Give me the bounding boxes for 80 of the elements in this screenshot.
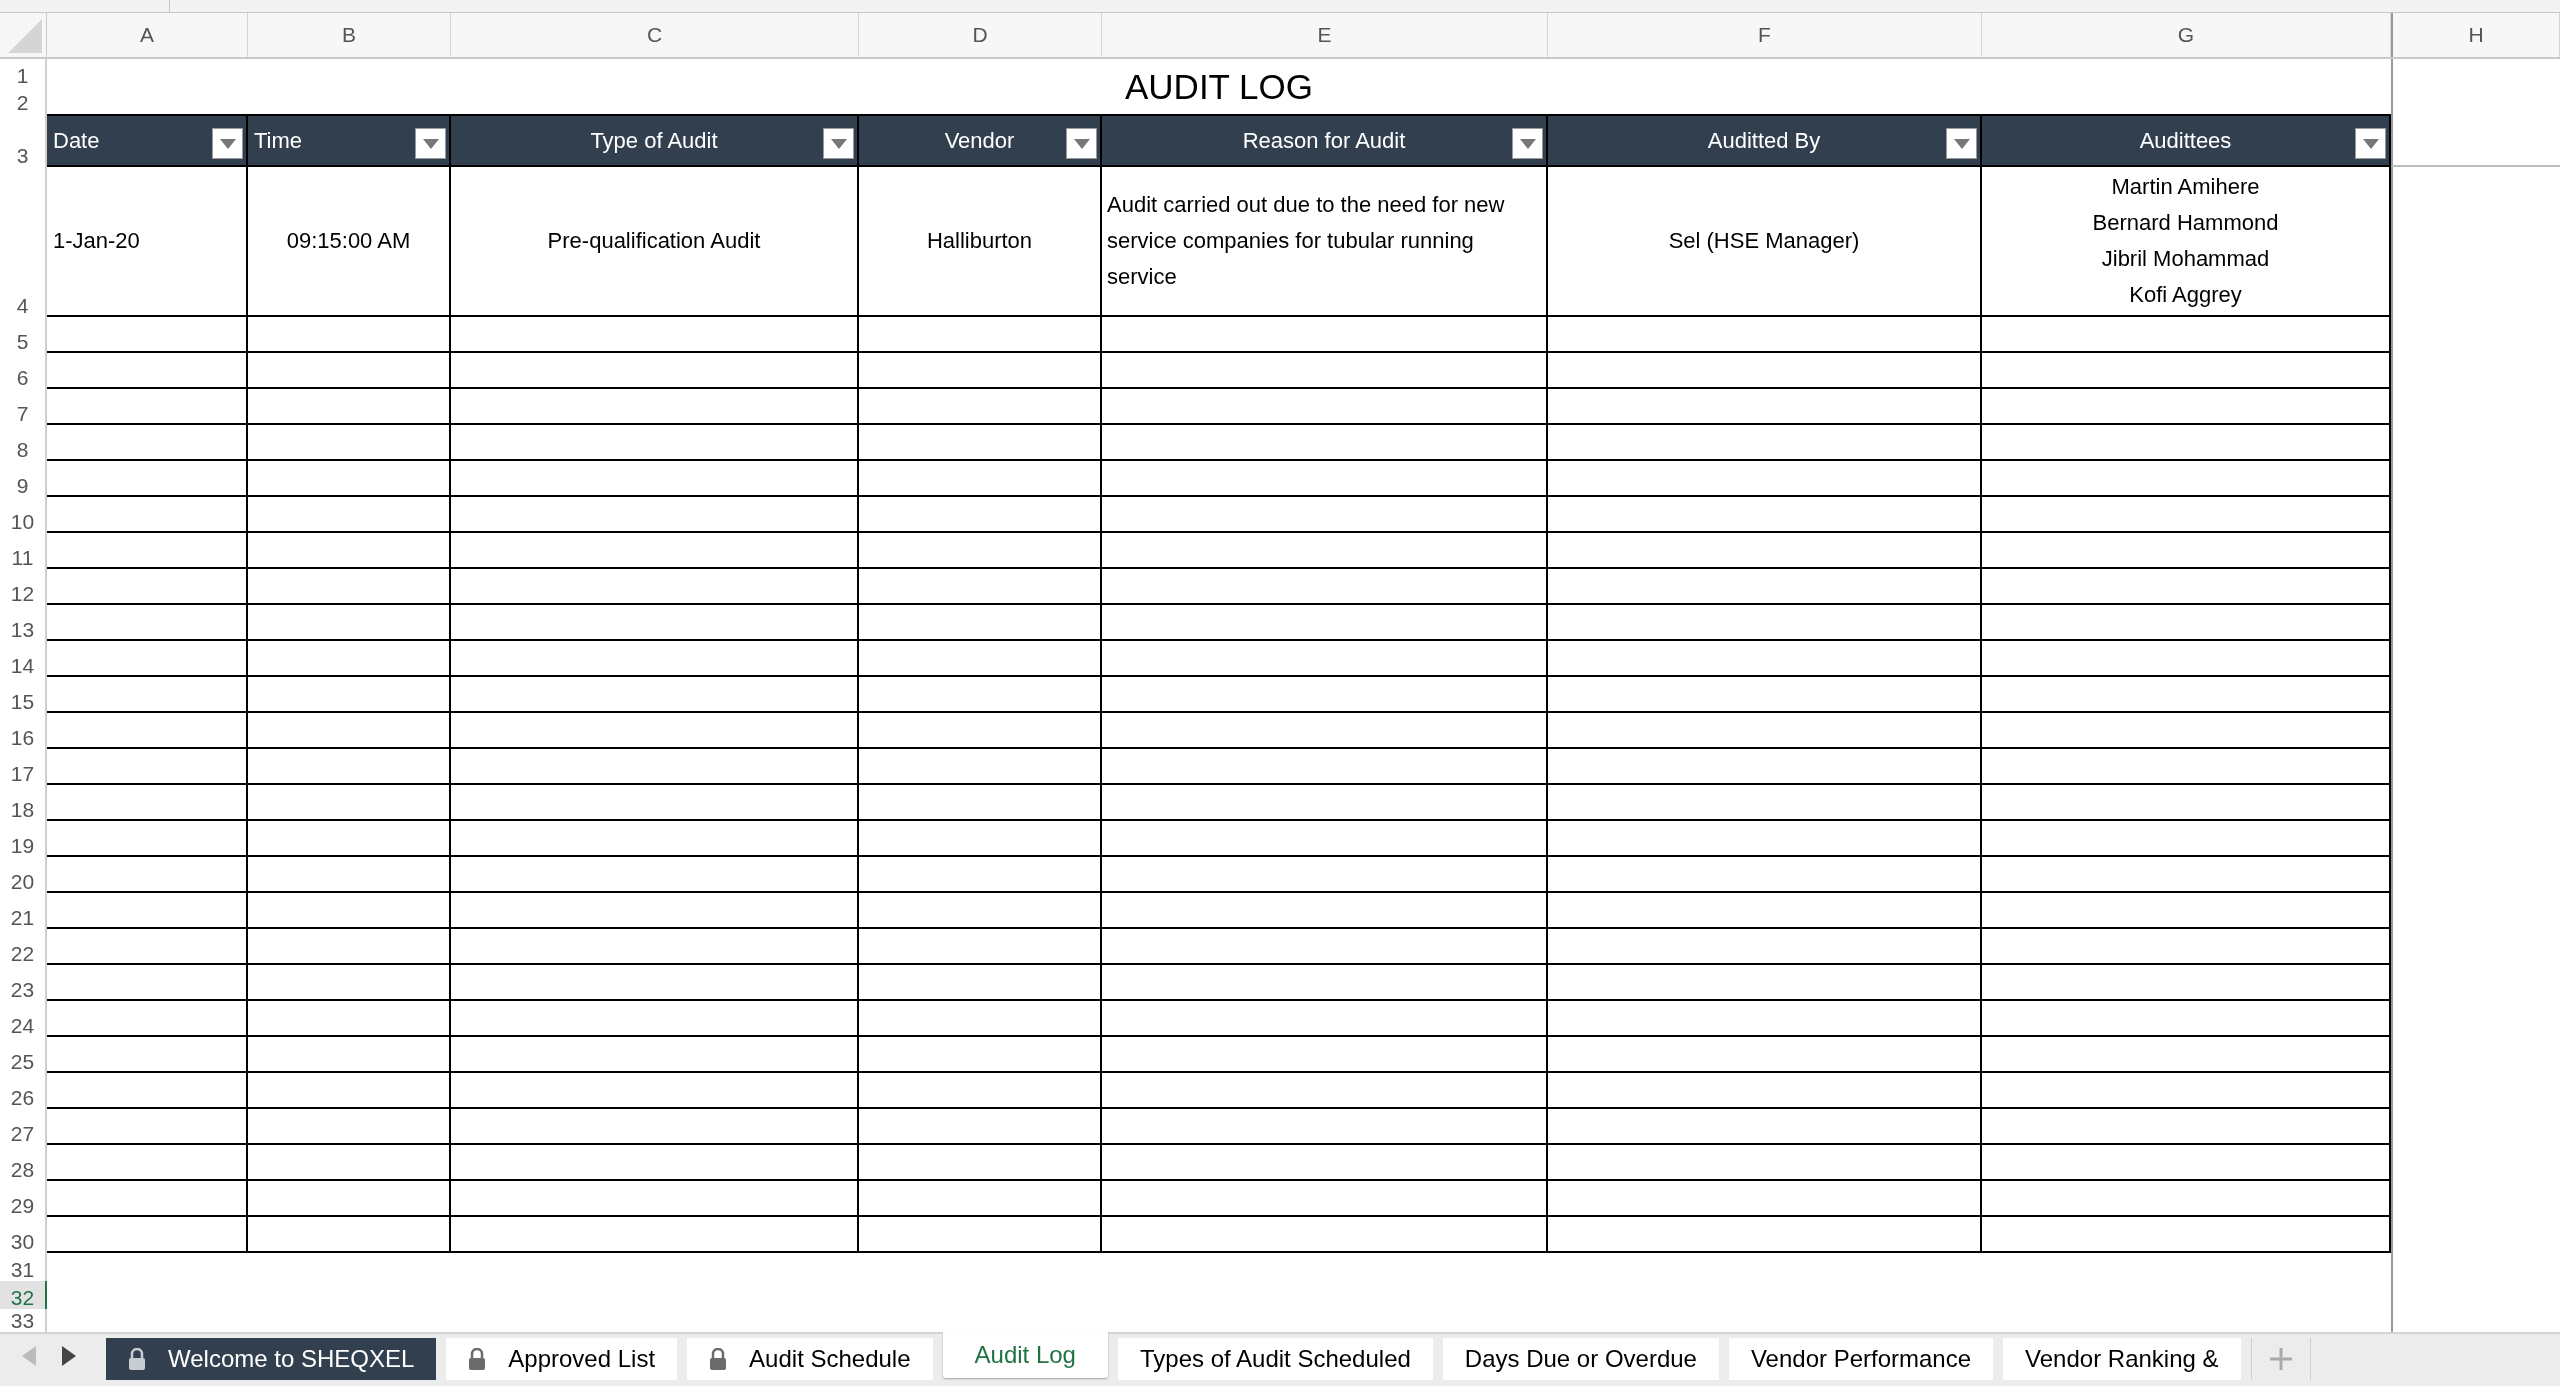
column-header-label: Time: [254, 127, 303, 155]
row-number[interactable]: 6: [0, 353, 47, 389]
dropdown-arrow-icon: [219, 138, 236, 149]
row-number[interactable]: 11: [0, 533, 47, 569]
row-number[interactable]: 5: [0, 317, 47, 353]
row-number[interactable]: 23: [0, 965, 47, 1001]
sheet-tab[interactable]: Vendor Performance: [1728, 1338, 1994, 1380]
next-sheet-icon[interactable]: [62, 1346, 76, 1366]
row-number[interactable]: 13: [0, 605, 47, 641]
table-cell-text: Pre-qualification Audit: [546, 227, 762, 255]
sheet-title: AUDIT LOG: [1124, 66, 1314, 109]
sheet-tab[interactable]: Audit Schedule: [687, 1338, 933, 1380]
table-cell-text: 1-Jan-20: [52, 227, 141, 255]
row-number[interactable]: 26: [0, 1073, 47, 1109]
lock-icon: [468, 1348, 487, 1370]
column-header-label: Audittees: [2139, 127, 2232, 155]
row-number[interactable]: 17: [0, 749, 47, 785]
row-number[interactable]: 4: [0, 167, 47, 317]
row-number[interactable]: 16: [0, 713, 47, 749]
filter-button[interactable]: [2355, 128, 2386, 159]
row-number[interactable]: 24: [0, 1001, 47, 1037]
column-header-label: Auditted By: [1707, 127, 1821, 155]
table-cell-text: Martin Amihere Bernard Hammond Jibril Mohammad Kofi Aggrey: [2091, 173, 2280, 309]
column-letter[interactable]: B: [248, 13, 451, 57]
filter-button[interactable]: [823, 128, 854, 159]
filter-button[interactable]: [1512, 128, 1543, 159]
row-number[interactable]: 30: [0, 1217, 47, 1253]
filter-button[interactable]: [1946, 128, 1977, 159]
row-number[interactable]: 32: [0, 1281, 47, 1309]
dropdown-arrow-icon: [830, 138, 847, 149]
row-number[interactable]: 8: [0, 425, 47, 461]
row-number[interactable]: 29: [0, 1181, 47, 1217]
table-cell-text: Halliburton: [925, 227, 1034, 255]
lock-icon: [709, 1348, 728, 1370]
row-number[interactable]: 28: [0, 1145, 47, 1181]
row-number[interactable]: 15: [0, 677, 47, 713]
row-number[interactable]: 18: [0, 785, 47, 821]
table-cell-text: 09:15:00 AM: [285, 227, 412, 255]
row-number[interactable]: 20: [0, 857, 47, 893]
row-number[interactable]: 2: [0, 87, 47, 114]
column-header-label: Vendor: [944, 127, 1015, 155]
dropdown-arrow-icon: [2362, 138, 2379, 149]
row-number[interactable]: 19: [0, 821, 47, 857]
table-cell-text: Sel (HSE Manager): [1667, 227, 1861, 255]
row-number[interactable]: 25: [0, 1037, 47, 1073]
dropdown-arrow-icon: [1953, 138, 1970, 149]
row-number[interactable]: 10: [0, 497, 47, 533]
sheet-tab[interactable]: Approved List: [446, 1338, 678, 1380]
table-cell-text: Audit carried out due to the need for new service companies for tubular running service: [1106, 191, 1506, 291]
column-letter[interactable]: E: [1102, 13, 1548, 57]
sheet-tab[interactable]: Days Due or Overdue: [1442, 1338, 1719, 1380]
row-number[interactable]: 12: [0, 569, 47, 605]
filter-button[interactable]: [415, 128, 446, 159]
column-header-label: Type of Audit: [590, 127, 718, 155]
column-letter[interactable]: H: [2391, 13, 2560, 57]
sheet-tab[interactable]: Vendor Ranking &: [2003, 1338, 2241, 1380]
row-number[interactable]: 14: [0, 641, 47, 677]
lock-icon: [128, 1348, 146, 1370]
column-letter[interactable]: A: [47, 13, 248, 57]
row-number[interactable]: 7: [0, 389, 47, 425]
column-letter[interactable]: F: [1548, 13, 1982, 57]
row-number[interactable]: 27: [0, 1109, 47, 1145]
sheet-tab[interactable]: Types of Audit Scheduled: [1117, 1338, 1433, 1380]
row-number[interactable]: 22: [0, 929, 47, 965]
row-number[interactable]: 9: [0, 461, 47, 497]
row-number[interactable]: 1: [0, 59, 47, 87]
filter-button[interactable]: [212, 128, 243, 159]
column-letter[interactable]: C: [451, 13, 859, 57]
column-letter[interactable]: G: [1982, 13, 2391, 57]
column-letter[interactable]: D: [859, 13, 1102, 57]
sheet-tab[interactable]: Welcome to SHEQXEL: [106, 1338, 437, 1380]
column-header-label: Reason for Audit: [1242, 127, 1406, 155]
row-number[interactable]: 21: [0, 893, 47, 929]
dropdown-arrow-icon: [422, 138, 439, 149]
dropdown-arrow-icon: [1519, 138, 1536, 149]
sheet-tab[interactable]: Audit Log: [942, 1332, 1108, 1378]
column-header-label: Date: [53, 127, 100, 155]
filter-button[interactable]: [1066, 128, 1097, 159]
plus-icon: [2269, 1348, 2292, 1370]
dropdown-arrow-icon: [1073, 138, 1090, 149]
